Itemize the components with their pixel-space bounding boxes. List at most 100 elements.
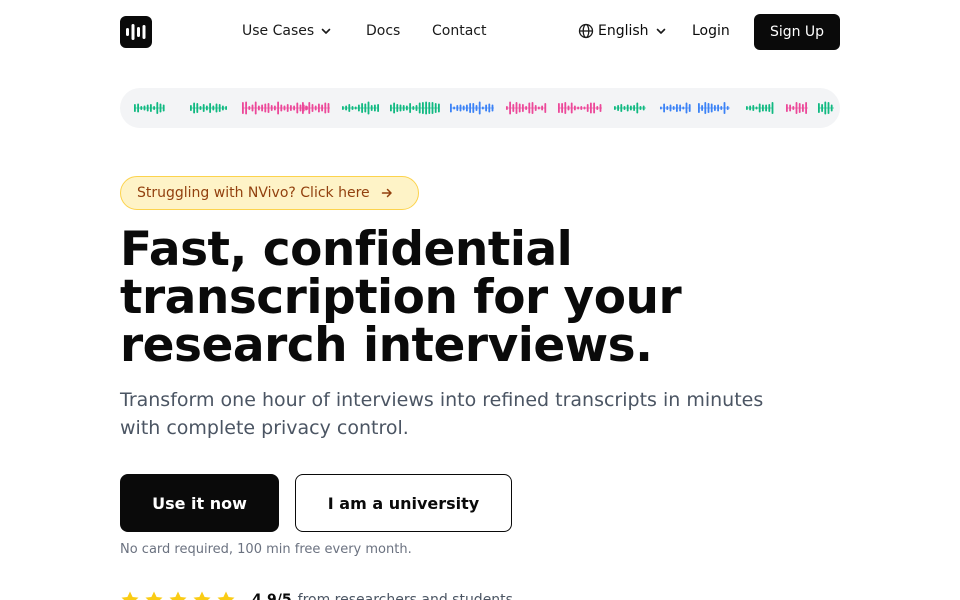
waveform-bar bbox=[348, 104, 351, 112]
announcement-text: Struggling with NVivo? Click here bbox=[137, 185, 370, 201]
waveform-bar bbox=[509, 101, 511, 115]
waveform-bar bbox=[567, 105, 570, 111]
waveform-bar bbox=[422, 102, 424, 114]
waveform-bar bbox=[518, 103, 521, 113]
waveform-bar bbox=[215, 103, 218, 113]
waveform-bar bbox=[202, 104, 205, 112]
waveform-bar bbox=[623, 106, 626, 110]
waveform-bar bbox=[679, 104, 681, 112]
waveform-bar bbox=[431, 102, 434, 114]
waveform-bar bbox=[342, 106, 344, 110]
waveform-bar bbox=[270, 105, 273, 111]
waveform-bar bbox=[364, 103, 367, 113]
waveform-bar bbox=[821, 104, 823, 112]
star-icon bbox=[193, 591, 211, 600]
rating-text: from researchers and students bbox=[297, 592, 513, 600]
subtitle-line: with complete privacy control. bbox=[120, 417, 409, 439]
waveform-bar bbox=[488, 103, 491, 113]
use-it-now-button[interactable]: Use it now bbox=[120, 474, 279, 532]
language-label: English bbox=[598, 23, 649, 39]
rating-score: 4.9/5 bbox=[252, 592, 292, 600]
waveform-bar bbox=[707, 103, 710, 113]
waveform-bar bbox=[538, 106, 540, 110]
waveform-bar bbox=[324, 102, 327, 114]
waveform-bar bbox=[367, 101, 370, 115]
star-icon bbox=[121, 591, 139, 600]
waveform-bar bbox=[676, 104, 678, 112]
waveform-bar bbox=[293, 105, 295, 111]
waveform-bar bbox=[758, 103, 761, 113]
waveform-bar bbox=[472, 103, 475, 113]
headline-line: Fast, confidential bbox=[120, 222, 573, 277]
waveform-bar bbox=[818, 103, 820, 113]
waveform-bar bbox=[485, 104, 487, 112]
waveform-bar bbox=[469, 103, 471, 113]
waveform-bar bbox=[714, 105, 716, 111]
university-button[interactable]: I am a university bbox=[295, 474, 512, 532]
waveform-bar bbox=[512, 104, 515, 112]
waveform-bar bbox=[726, 106, 729, 110]
waveform-bar bbox=[544, 103, 547, 113]
waveform-bar bbox=[415, 105, 418, 111]
waveform-bar bbox=[459, 104, 462, 112]
waveform-bar bbox=[396, 104, 399, 112]
waveform-bar bbox=[258, 105, 260, 111]
waveform-bar bbox=[242, 102, 244, 114]
waveform-bar bbox=[786, 104, 788, 112]
nav-docs[interactable]: Docs bbox=[366, 23, 400, 39]
waveform-bar bbox=[723, 102, 726, 114]
waveform-bar bbox=[428, 102, 431, 114]
waveform-bar bbox=[630, 105, 632, 111]
waveform-bar bbox=[450, 103, 452, 113]
waveform-bar bbox=[672, 106, 675, 110]
waveform-bar bbox=[666, 106, 669, 110]
hero-subtitle: Transform one hour of interviews into re… bbox=[120, 386, 840, 442]
waveform-bar bbox=[698, 103, 700, 113]
waveform-bar bbox=[642, 105, 645, 111]
waveform-bar bbox=[218, 104, 221, 112]
waveform-bar bbox=[209, 103, 211, 113]
waveform-bar bbox=[805, 102, 807, 114]
chevron-down-icon bbox=[320, 25, 332, 37]
waveform-bar bbox=[354, 106, 357, 110]
waveform-bar bbox=[290, 105, 292, 111]
waveform-bar bbox=[541, 105, 543, 111]
waveform-bar bbox=[789, 104, 791, 112]
waveform-bar bbox=[311, 104, 314, 112]
waveform-bar bbox=[685, 102, 688, 114]
waveform-bar bbox=[456, 105, 459, 111]
waveform-bar bbox=[633, 105, 635, 111]
waveform-bar bbox=[626, 104, 629, 112]
waveform-bar bbox=[768, 104, 771, 112]
login-link[interactable]: Login bbox=[692, 23, 730, 39]
waveform-bar bbox=[137, 103, 139, 113]
star-icon bbox=[145, 591, 163, 600]
waveform-bar bbox=[824, 101, 827, 115]
waveform-bar bbox=[762, 104, 764, 112]
waveform-bar bbox=[267, 103, 270, 113]
waveform-bar bbox=[704, 102, 707, 114]
nvivo-announcement-banner[interactable]: Struggling with NVivo? Click here bbox=[120, 176, 419, 210]
waveform-bar bbox=[617, 105, 619, 111]
language-selector[interactable]: English bbox=[578, 23, 667, 39]
waveform-bar bbox=[402, 105, 405, 111]
arrow-right-icon bbox=[380, 186, 394, 200]
signup-button[interactable]: Sign Up bbox=[754, 14, 840, 50]
waveform-bar bbox=[717, 104, 719, 112]
waveform-bar bbox=[283, 105, 286, 111]
waveform-bar bbox=[251, 104, 254, 112]
waveform-bar bbox=[531, 102, 534, 114]
waveform-bar bbox=[418, 102, 421, 114]
waveform-logo-icon[interactable] bbox=[120, 16, 152, 48]
waveform-bar bbox=[491, 104, 494, 112]
nav-contact-label: Contact bbox=[432, 23, 487, 39]
nav-docs-label: Docs bbox=[366, 23, 401, 39]
free-tier-note: No card required, 100 min free every mon… bbox=[120, 542, 412, 557]
waveform-bar bbox=[596, 106, 599, 110]
nav-use-cases[interactable]: Use Cases bbox=[242, 23, 332, 39]
waveform-bar bbox=[710, 103, 713, 113]
waveform-bar bbox=[636, 102, 639, 114]
star-icon bbox=[169, 591, 187, 600]
waveform-bar bbox=[299, 104, 302, 112]
nav-contact[interactable]: Contact bbox=[432, 23, 486, 39]
